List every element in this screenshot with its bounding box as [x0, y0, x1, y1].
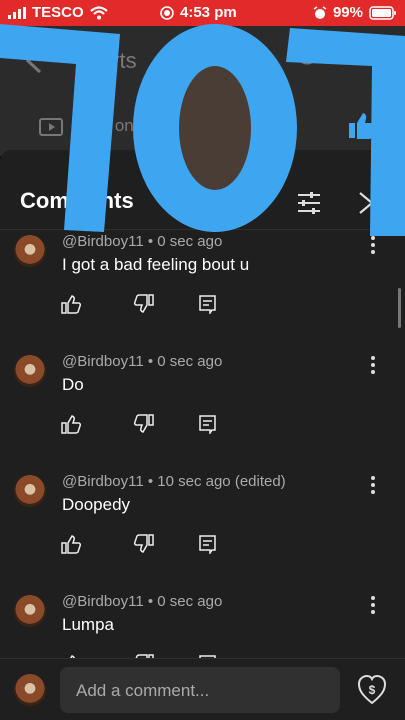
comment-list[interactable]: @Birdboy11 • 0 sec ago I got a bad feeli…	[0, 230, 405, 658]
comment-time: 0 sec ago	[157, 353, 223, 370]
comment-time: 0 sec ago	[157, 593, 223, 610]
subscriptions-fragment: bscr ons	[78, 116, 143, 135]
more-options-icon[interactable]	[366, 235, 380, 255]
comment-time: 0 sec ago	[157, 233, 223, 250]
alarm-icon	[313, 5, 327, 19]
separator-dot: •	[147, 353, 158, 370]
comment-text: Lumpa	[62, 615, 114, 634]
comment-meta: @Birdboy11 • 0 sec ago	[62, 233, 222, 250]
screen-record-icon	[160, 5, 174, 20]
comments-header: Comments	[0, 150, 405, 230]
carrier-label: TESCO	[32, 4, 84, 21]
separator-dot: •	[147, 233, 158, 250]
comment-author[interactable]: @Birdboy11	[62, 473, 144, 490]
video-background: orts bscr ons	[0, 26, 405, 156]
avatar[interactable]	[14, 475, 46, 507]
subscriptions-icon	[39, 118, 63, 136]
comment-meta: @Birdboy11 • 0 sec ago	[62, 353, 222, 370]
scrollbar[interactable]	[398, 288, 401, 328]
comment-composer: Add a comment... $	[0, 658, 405, 720]
signal-icon	[8, 6, 26, 19]
svg-text:$: $	[369, 683, 376, 697]
more-options-icon[interactable]	[366, 475, 380, 495]
comment-meta: @Birdboy11 • 0 sec ago	[62, 593, 222, 610]
video-face	[178, 62, 258, 156]
search-icon[interactable]	[296, 44, 322, 70]
comments-panel: Comments @Birdboy11 • 0 sec ago I got a …	[0, 150, 405, 720]
separator-dot: •	[147, 593, 158, 610]
close-icon[interactable]	[356, 190, 376, 216]
status-bar: TESCO 4:53 pm 99%	[0, 0, 405, 26]
comments-title: Comments	[20, 188, 134, 213]
battery-icon	[369, 5, 396, 20]
clock: 4:53 pm	[180, 4, 237, 21]
comment-meta: @Birdboy11 • 10 sec ago (edited)	[62, 473, 286, 490]
comment-item: @Birdboy11 • 10 sec ago (edited) Doopedy	[0, 397, 405, 554]
comment-time: 10 sec ago (edited)	[157, 473, 286, 490]
comment-author[interactable]: @Birdboy11	[62, 353, 144, 370]
comment-item: @Birdboy11 • 0 sec ago Do	[0, 277, 405, 434]
comment-author[interactable]: @Birdboy11	[62, 593, 144, 610]
super-thanks-icon[interactable]: $	[358, 675, 386, 705]
comment-text: Doopedy	[62, 495, 131, 514]
separator-dot: •	[147, 473, 158, 490]
comment-item: @Birdboy11 • 0 sec ago Lumpa	[0, 517, 405, 658]
filter-icon[interactable]	[296, 190, 322, 216]
comment-author[interactable]: @Birdboy11	[62, 233, 144, 250]
add-comment-input[interactable]: Add a comment...	[60, 667, 340, 713]
avatar[interactable]	[14, 355, 46, 387]
comment-item: @Birdboy11 • 0 sec ago I got a bad feeli…	[0, 230, 405, 314]
battery-percent: 99%	[332, 4, 363, 21]
back-arrow-icon[interactable]	[24, 48, 44, 74]
comment-text: I got a bad feeling bout u	[62, 255, 250, 274]
channel-title-fragment: orts	[100, 48, 137, 73]
more-options-icon[interactable]	[366, 355, 380, 375]
avatar[interactable]	[14, 595, 46, 627]
wifi-icon	[89, 5, 108, 19]
comment-text: Do	[62, 375, 84, 394]
more-options-icon[interactable]	[366, 595, 380, 615]
like-icon	[349, 113, 376, 139]
avatar	[14, 674, 46, 706]
avatar[interactable]	[14, 235, 46, 267]
